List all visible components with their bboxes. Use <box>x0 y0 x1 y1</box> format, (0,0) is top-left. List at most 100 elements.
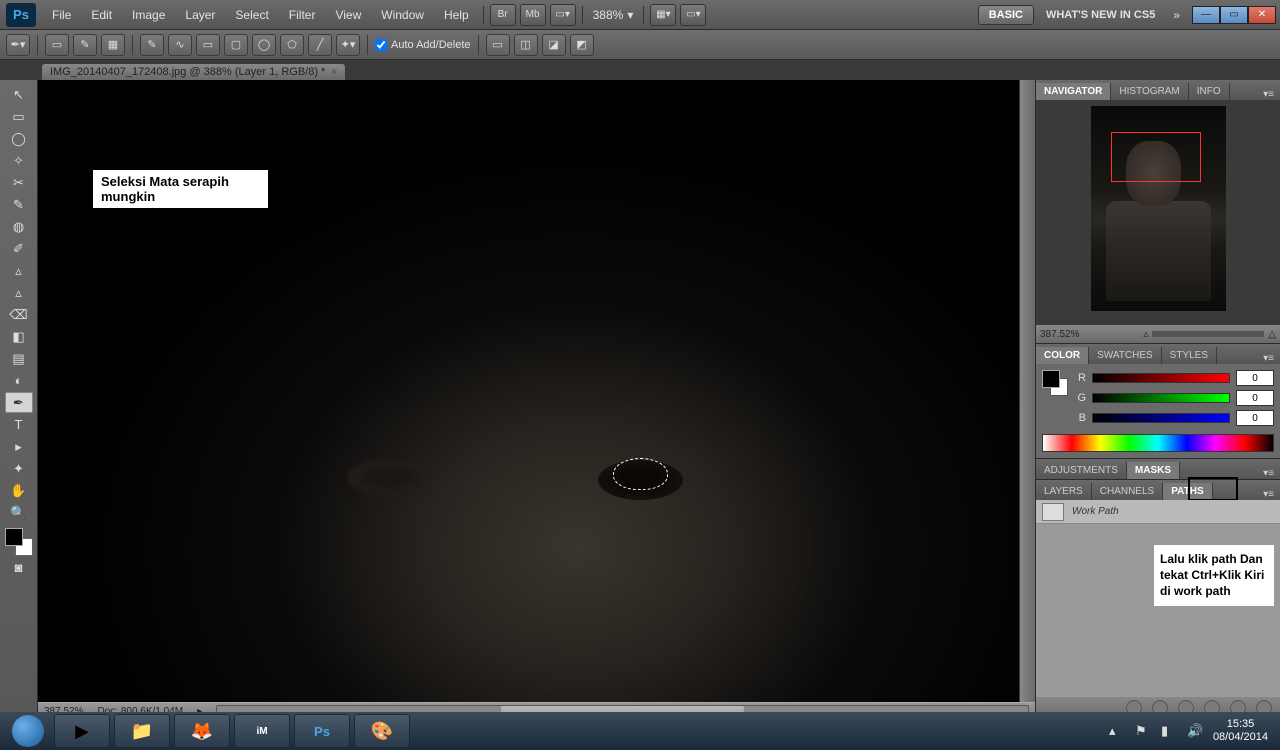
path-op3-icon[interactable]: ◪ <box>542 34 566 56</box>
pen-tool[interactable]: ✒ <box>5 392 33 413</box>
path-op1-icon[interactable]: ▭ <box>486 34 510 56</box>
taskbar-item-explorer[interactable]: 📁 <box>114 714 170 748</box>
b-slider[interactable] <box>1092 413 1230 423</box>
zoom-out-icon[interactable]: ▵ <box>1143 329 1148 340</box>
tray-up-icon[interactable]: ▴ <box>1109 723 1125 739</box>
taskbar-item-firefox[interactable]: 🦊 <box>174 714 230 748</box>
whats-new-link[interactable]: WHAT'S NEW IN CS5 <box>1040 9 1161 21</box>
menu-edit[interactable]: Edit <box>81 0 122 30</box>
taskbar-item-media[interactable]: ▶ <box>54 714 110 748</box>
line-shape-icon[interactable]: ╱ <box>308 34 332 56</box>
zoom-tool[interactable]: 🔍 <box>5 502 33 523</box>
healing-tool[interactable]: ◍ <box>5 216 33 237</box>
tab-swatches[interactable]: SWATCHES <box>1089 347 1162 364</box>
tab-paths[interactable]: PATHS <box>1163 483 1212 500</box>
checkbox-input[interactable] <box>375 39 387 51</box>
menu-view[interactable]: View <box>325 0 371 30</box>
navigator-thumbnail[interactable] <box>1091 106 1226 311</box>
path-select-tool[interactable]: ▸ <box>5 436 33 457</box>
maximize-button[interactable]: ▭ <box>1220 6 1248 24</box>
freeform-pen-icon[interactable]: ∿ <box>168 34 192 56</box>
auto-add-delete-checkbox[interactable]: Auto Add/Delete <box>375 39 471 51</box>
fg-swatch[interactable] <box>1042 370 1060 388</box>
zoom-in-icon[interactable]: △ <box>1268 329 1276 340</box>
work-path-item[interactable]: Work Path <box>1036 500 1280 524</box>
eraser-tool[interactable]: ⌫ <box>5 304 33 325</box>
zoom-level-dropdown[interactable]: 388%▾ <box>587 8 640 22</box>
minibridge-button[interactable]: Mb <box>520 4 546 26</box>
tab-masks[interactable]: MASKS <box>1127 462 1180 479</box>
gradient-tool[interactable]: ◧ <box>5 326 33 347</box>
crop-tool[interactable]: ✂ <box>5 172 33 193</box>
rounded-rect-icon[interactable]: ▢ <box>224 34 248 56</box>
tab-styles[interactable]: STYLES <box>1162 347 1217 364</box>
type-tool[interactable]: T <box>5 414 33 435</box>
system-clock[interactable]: 15:35 08/04/2014 <box>1213 718 1268 744</box>
extras-button[interactable]: ▭▾ <box>680 4 706 26</box>
pen-tool-icon[interactable]: ✒▾ <box>6 34 30 56</box>
arrange-button[interactable]: ▦▾ <box>650 4 676 26</box>
start-button[interactable] <box>4 714 52 748</box>
panel-menu-icon[interactable]: ▾≡ <box>1257 89 1280 100</box>
navigator-zoom-value[interactable]: 387.52% <box>1040 329 1079 340</box>
tray-flag-icon[interactable]: ⚑ <box>1135 723 1151 739</box>
shape-tool[interactable]: ✦ <box>5 458 33 479</box>
minimize-button[interactable]: — <box>1192 6 1220 24</box>
wand-tool[interactable]: ✧ <box>5 150 33 171</box>
history-brush-tool[interactable]: ▵ <box>5 282 33 303</box>
fill-pixels-icon[interactable]: ▦ <box>101 34 125 56</box>
close-tab-icon[interactable]: × <box>331 67 337 78</box>
menu-window[interactable]: Window <box>371 0 434 30</box>
tab-navigator[interactable]: NAVIGATOR <box>1036 83 1111 100</box>
menu-layer[interactable]: Layer <box>175 0 225 30</box>
stamp-tool[interactable]: ▵ <box>5 260 33 281</box>
close-button[interactable]: ✕ <box>1248 6 1276 24</box>
color-swatches[interactable] <box>1042 370 1068 396</box>
panel-menu-icon[interactable]: ▾≡ <box>1257 353 1280 364</box>
tab-layers[interactable]: LAYERS <box>1036 483 1092 500</box>
g-slider[interactable] <box>1092 393 1230 403</box>
g-value-input[interactable] <box>1236 390 1274 406</box>
shape-layers-icon[interactable]: ▭ <box>45 34 69 56</box>
tab-color[interactable]: COLOR <box>1036 347 1089 364</box>
blur-tool[interactable]: ▤ <box>5 348 33 369</box>
paths-list[interactable]: Work Path Lalu klik path Dan tekat Ctrl+… <box>1036 500 1280 697</box>
rect-shape-icon[interactable]: ▭ <box>196 34 220 56</box>
menu-select[interactable]: Select <box>225 0 278 30</box>
pen-mode-icon[interactable]: ✎ <box>140 34 164 56</box>
ellipse-shape-icon[interactable]: ◯ <box>252 34 276 56</box>
eyedropper-tool[interactable]: ✎ <box>5 194 33 215</box>
menu-filter[interactable]: Filter <box>279 0 326 30</box>
move-tool[interactable]: ↖ <box>5 84 33 105</box>
path-op2-icon[interactable]: ◫ <box>514 34 538 56</box>
tab-histogram[interactable]: HISTOGRAM <box>1111 83 1188 100</box>
quickmask-tool[interactable]: ◙ <box>5 557 33 578</box>
custom-shape-icon[interactable]: ✦▾ <box>336 34 360 56</box>
tray-volume-icon[interactable]: 🔊 <box>1187 723 1203 739</box>
panel-menu-icon[interactable]: ▾≡ <box>1257 489 1280 500</box>
color-spectrum[interactable] <box>1042 434 1274 452</box>
bridge-button[interactable]: Br <box>490 4 516 26</box>
hand-tool[interactable]: ✋ <box>5 480 33 501</box>
zoom-slider[interactable] <box>1152 331 1264 337</box>
expand-icon[interactable]: » <box>1167 8 1186 22</box>
b-value-input[interactable] <box>1236 410 1274 426</box>
dodge-tool[interactable]: ◐ <box>5 370 33 391</box>
workspace-basic-button[interactable]: BASIC <box>978 5 1034 25</box>
menu-image[interactable]: Image <box>122 0 175 30</box>
menu-file[interactable]: File <box>42 0 81 30</box>
tab-adjustments[interactable]: ADJUSTMENTS <box>1036 462 1127 479</box>
tab-info[interactable]: INFO <box>1189 83 1230 100</box>
vertical-scrollbar[interactable] <box>1019 80 1035 702</box>
marquee-tool[interactable]: ▭ <box>5 106 33 127</box>
foreground-color-swatch[interactable] <box>5 528 23 546</box>
path-op4-icon[interactable]: ◩ <box>570 34 594 56</box>
tray-network-icon[interactable]: ▮ <box>1161 723 1177 739</box>
polygon-shape-icon[interactable]: ⬠ <box>280 34 304 56</box>
r-value-input[interactable] <box>1236 370 1274 386</box>
taskbar-item-paint[interactable]: 🎨 <box>354 714 410 748</box>
canvas[interactable]: Seleksi Mata serapih mungkin <box>38 80 1019 702</box>
lasso-tool[interactable]: ◯ <box>5 128 33 149</box>
navigator-viewbox[interactable] <box>1111 132 1201 182</box>
r-slider[interactable] <box>1092 373 1230 383</box>
